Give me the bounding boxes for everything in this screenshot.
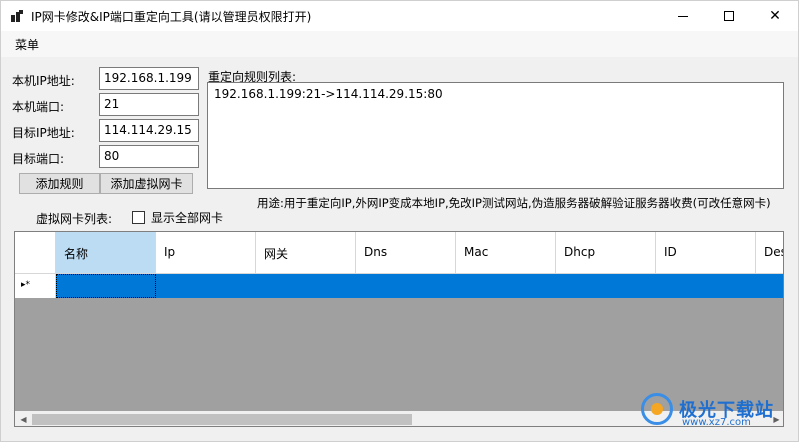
add-virtual-nic-button[interactable]: 添加虚拟网卡 (100, 173, 193, 194)
maximize-button[interactable] (706, 1, 752, 31)
close-icon: ✕ (769, 8, 781, 24)
new-row-marker[interactable]: ▸* (15, 274, 56, 298)
scroll-left-icon[interactable]: ◀ (15, 411, 32, 426)
table-cell-name[interactable] (56, 274, 156, 298)
watermark-icon (641, 393, 673, 425)
add-rule-button[interactable]: 添加规则 (19, 173, 100, 194)
watermark-sub-text: www.xz7.com (682, 417, 751, 428)
target-port-label: 目标端口: (12, 152, 65, 166)
close-button[interactable]: ✕ (752, 1, 798, 31)
local-port-label: 本机端口: (12, 100, 65, 114)
local-port-input[interactable]: 21 (99, 93, 199, 116)
table-row[interactable]: ▸* (15, 274, 783, 298)
local-ip-input[interactable]: 192.168.1.199 (99, 67, 199, 90)
maximize-icon (724, 11, 734, 21)
column-header-dns[interactable]: Dns (356, 232, 456, 274)
menu-item-main[interactable]: 菜单 (15, 36, 39, 53)
target-port-input[interactable]: 80 (99, 145, 199, 168)
target-ip-input[interactable]: 114.114.29.15 (99, 119, 199, 142)
column-header-id[interactable]: ID (656, 232, 756, 274)
column-header-des[interactable]: Des (756, 232, 783, 274)
rule-item[interactable]: 192.168.1.199:21->114.114.29.15:80 (214, 87, 777, 101)
column-header-dhcp[interactable]: Dhcp (556, 232, 656, 274)
show-all-nics-label: 显示全部网卡 (151, 211, 224, 225)
usage-text: 用途:用于重定向IP,外网IP变成本地IP,免改IP测试网站,伪造服务器破解验证… (257, 196, 771, 210)
title-bar: IP网卡修改&IP端口重定向工具(请以管理员权限打开) ✕ (1, 1, 798, 31)
scroll-thumb[interactable] (32, 414, 412, 425)
column-header-gateway[interactable]: 网关 (256, 232, 356, 274)
app-icon (11, 10, 23, 22)
minimize-button[interactable] (660, 1, 706, 31)
rules-list[interactable]: 192.168.1.199:21->114.114.29.15:80 (207, 82, 784, 189)
grid-corner-header[interactable] (15, 232, 56, 274)
show-all-nics-checkbox[interactable]: 显示全部网卡 (132, 209, 223, 226)
local-ip-label: 本机IP地址: (12, 74, 75, 88)
window-title: IP网卡修改&IP端口重定向工具(请以管理员权限打开) (31, 10, 312, 24)
checkbox-box[interactable] (132, 211, 145, 224)
menu-bar: 菜单 (1, 31, 798, 57)
column-header-name[interactable]: 名称 (56, 232, 156, 274)
target-ip-label: 目标IP地址: (12, 126, 75, 140)
grid-header: 名称 Ip 网关 Dns Mac Dhcp ID Des (15, 232, 783, 274)
watermark-logo: 极光下载站 www.xz7.com (641, 393, 774, 428)
column-header-ip[interactable]: Ip (156, 232, 256, 274)
column-header-mac[interactable]: Mac (456, 232, 556, 274)
minimize-icon (678, 15, 688, 17)
app-window: IP网卡修改&IP端口重定向工具(请以管理员权限打开) ✕ 菜单 本机IP地址:… (0, 0, 799, 442)
virtual-nic-list-label: 虚拟网卡列表: (36, 212, 113, 226)
